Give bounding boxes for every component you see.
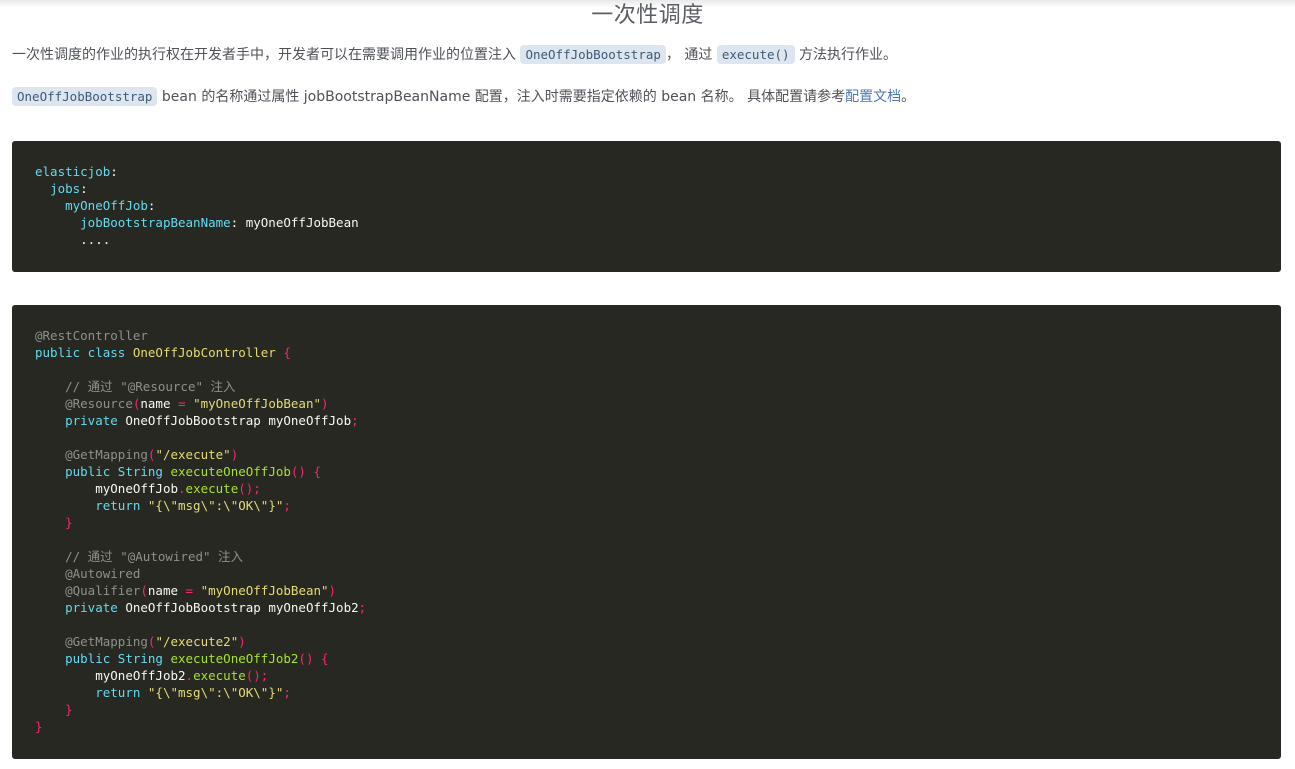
- variable: myOneOffJob2: [95, 668, 185, 683]
- annotation: @GetMapping: [65, 634, 148, 649]
- config-text: bean 的名称通过属性 jobBootstrapBeanName 配置，注入时…: [157, 89, 845, 105]
- config-doc-link[interactable]: 配置文档: [845, 89, 901, 105]
- code-line: public String executeOneOffJob2() {: [35, 650, 1281, 667]
- code-line: [35, 616, 1281, 633]
- annotation: @GetMapping: [65, 447, 148, 462]
- code-line: @Autowired: [35, 565, 1281, 582]
- annotation: @Qualifier: [65, 583, 140, 598]
- yaml-code-block[interactable]: elasticjob: jobs: myOneOffJob: jobBootst…: [12, 141, 1281, 272]
- intro-text-2: ， 通过: [666, 47, 717, 63]
- inline-code-bootstrap-2: OneOffJobBootstrap: [12, 87, 157, 106]
- code-line: @GetMapping("/execute"): [35, 446, 1281, 463]
- keyword: public String: [65, 464, 163, 479]
- keyword: private: [65, 413, 118, 428]
- code-line: @GetMapping("/execute2"): [35, 633, 1281, 650]
- code-line: }: [35, 718, 1281, 735]
- code-line: return "{\"msg\":\"OK\"}";: [35, 497, 1281, 514]
- page-title: 一次性调度: [0, 0, 1295, 29]
- attr-name: name: [140, 396, 170, 411]
- inline-code-bootstrap: OneOffJobBootstrap: [520, 45, 665, 64]
- code-line: myOneOffJob.execute();: [35, 480, 1281, 497]
- yaml-key: elasticjob: [35, 164, 110, 179]
- yaml-ellipsis: ....: [80, 232, 110, 247]
- method-name: executeOneOffJob: [170, 464, 290, 479]
- intro-paragraph: 一次性调度的作业的执行权在开发者手中，开发者可以在需要调用作业的位置注入 One…: [12, 44, 897, 66]
- code-line: private OneOffJobBootstrap myOneOffJob2;: [35, 599, 1281, 616]
- method-call: execute: [193, 668, 246, 683]
- class-name: OneOffJobController: [133, 345, 276, 360]
- config-paragraph: OneOffJobBootstrap bean 的名称通过属性 jobBoots…: [12, 86, 915, 108]
- code-line: return "{\"msg\":\"OK\"}";: [35, 684, 1281, 701]
- code-line: public String executeOneOffJob() {: [35, 463, 1281, 480]
- string-literal: "{\"msg\":\"OK\"}": [148, 685, 283, 700]
- code-line: // 通过 "@Autowired" 注入: [35, 548, 1281, 565]
- method-name: executeOneOffJob2: [170, 651, 298, 666]
- code-line: private OneOffJobBootstrap myOneOffJob;: [35, 412, 1281, 429]
- code-line: @Qualifier(name = "myOneOffJobBean"): [35, 582, 1281, 599]
- type-name: OneOffJobBootstrap: [125, 413, 260, 428]
- keyword: public String: [65, 651, 163, 666]
- code-line: [35, 531, 1281, 548]
- string-literal: "myOneOffJobBean": [193, 396, 321, 411]
- code-line: myOneOffJob:: [35, 197, 1281, 214]
- keyword: public class: [35, 345, 125, 360]
- code-line: myOneOffJob2.execute();: [35, 667, 1281, 684]
- code-line: jobBootstrapBeanName: myOneOffJobBean: [35, 214, 1281, 231]
- code-line: ....: [35, 231, 1281, 248]
- string-literal: "/execute": [155, 447, 230, 462]
- annotation: @RestController: [35, 328, 148, 343]
- field-name: myOneOffJob: [268, 413, 351, 428]
- variable: myOneOffJob: [95, 481, 178, 496]
- code-line: public class OneOffJobController {: [35, 344, 1281, 361]
- code-line: @RestController: [35, 327, 1281, 344]
- code-line: jobs:: [35, 180, 1281, 197]
- code-line: elasticjob:: [35, 163, 1281, 180]
- inline-code-execute: execute(): [717, 45, 795, 64]
- code-line: [35, 361, 1281, 378]
- attr-name: name: [148, 583, 178, 598]
- type-name: OneOffJobBootstrap: [125, 600, 260, 615]
- string-literal: "/execute2": [155, 634, 238, 649]
- comment: // 通过 "@Resource" 注入: [65, 379, 235, 394]
- yaml-key: myOneOffJob: [65, 198, 148, 213]
- code-line: // 通过 "@Resource" 注入: [35, 378, 1281, 395]
- comment: // 通过 "@Autowired" 注入: [65, 549, 243, 564]
- config-text-2: 。: [901, 89, 915, 105]
- code-line: [35, 429, 1281, 446]
- method-call: execute: [186, 481, 239, 496]
- string-literal: "myOneOffJobBean": [201, 583, 329, 598]
- yaml-key: jobBootstrapBeanName: [80, 215, 231, 230]
- intro-text-3: 方法执行作业。: [795, 47, 897, 63]
- string-literal: "{\"msg\":\"OK\"}": [148, 498, 283, 513]
- yaml-key: jobs: [50, 181, 80, 196]
- code-line: }: [35, 514, 1281, 531]
- annotation: @Resource: [65, 396, 133, 411]
- intro-text: 一次性调度的作业的执行权在开发者手中，开发者可以在需要调用作业的位置注入: [12, 47, 520, 63]
- annotation: @Autowired: [65, 566, 140, 581]
- yaml-value: myOneOffJobBean: [246, 215, 359, 230]
- field-name: myOneOffJob2: [268, 600, 358, 615]
- keyword: return: [95, 685, 140, 700]
- code-line: }: [35, 701, 1281, 718]
- keyword: private: [65, 600, 118, 615]
- java-code-block[interactable]: @RestControllerpublic class OneOffJobCon…: [12, 305, 1281, 759]
- keyword: return: [95, 498, 140, 513]
- code-line: @Resource(name = "myOneOffJobBean"): [35, 395, 1281, 412]
